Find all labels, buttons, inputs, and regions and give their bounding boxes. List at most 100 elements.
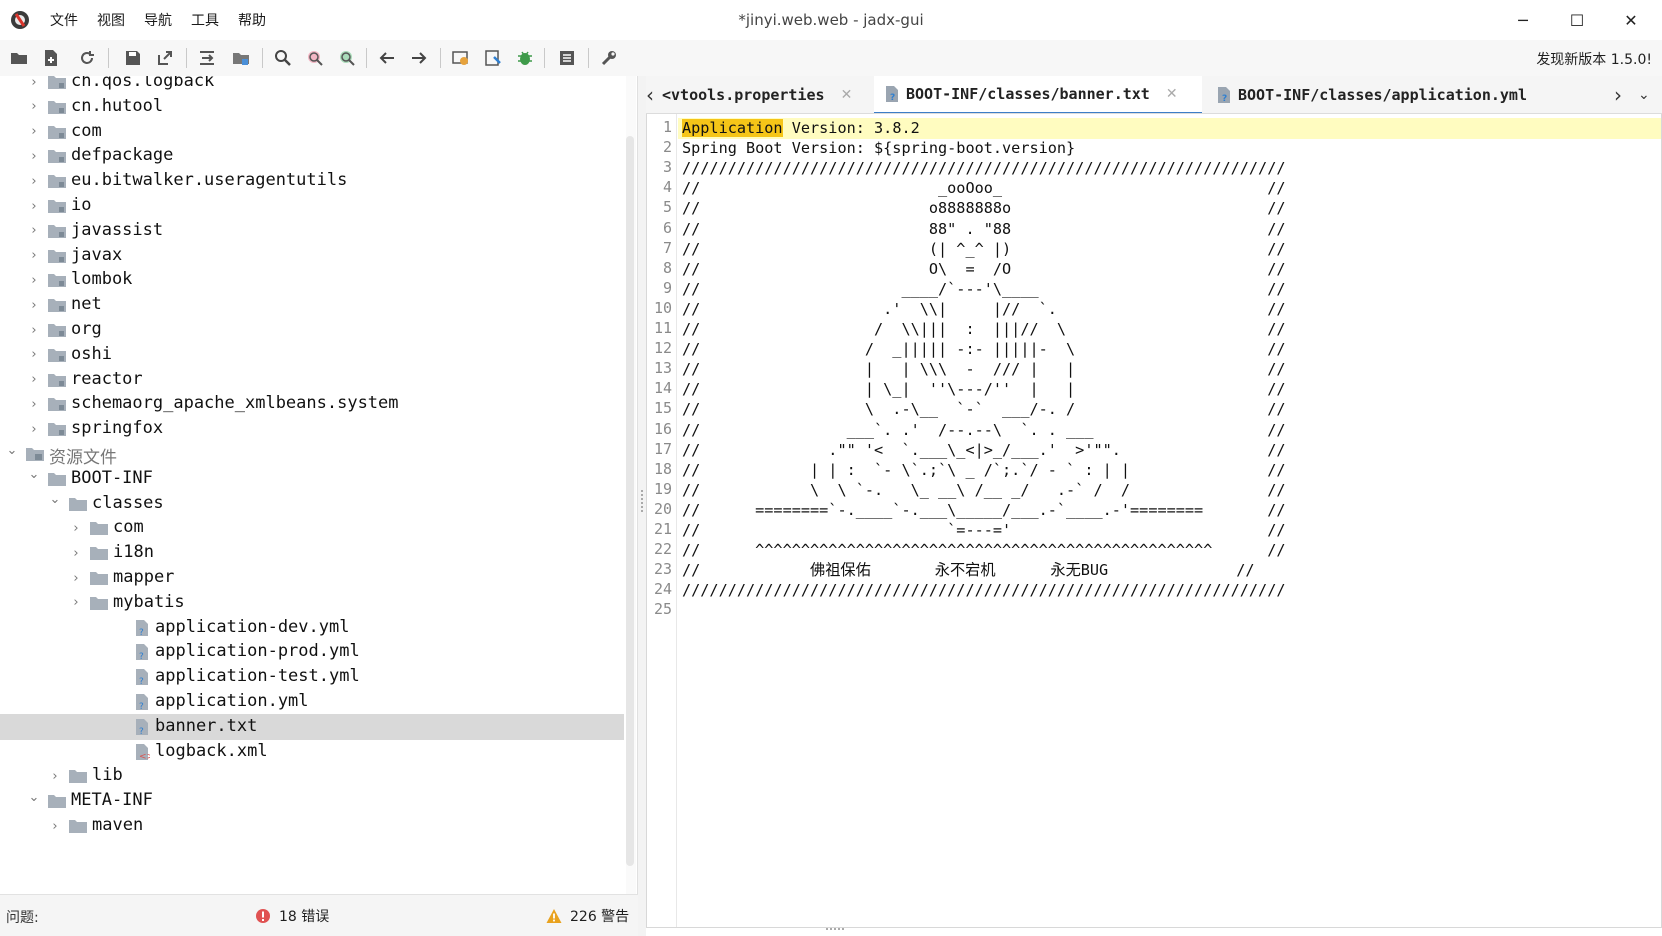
chevron-right-icon[interactable]: › <box>28 174 40 189</box>
tree-item[interactable]: › com <box>0 515 624 541</box>
chevron-right-icon[interactable]: › <box>70 546 82 561</box>
chevron-right-icon[interactable]: › <box>28 223 40 238</box>
close-window-button[interactable]: ✕ <box>1604 0 1658 40</box>
chevron-down-icon[interactable]: ⌄ <box>28 790 40 805</box>
chevron-right-icon[interactable]: › <box>28 273 40 288</box>
tree-item[interactable]: › lombok <box>0 267 624 293</box>
chevron-right-icon[interactable]: › <box>70 571 82 586</box>
chevron-right-icon[interactable]: › <box>28 248 40 263</box>
tree-scrollbar-thumb[interactable] <box>626 136 634 866</box>
tree-item[interactable]: ? application-prod.yml <box>0 639 624 665</box>
tree-item[interactable]: <> logback.xml <box>0 739 624 765</box>
open-project-icon[interactable] <box>8 47 30 69</box>
search-highlight: Application <box>682 119 783 137</box>
search-icon[interactable] <box>272 47 294 69</box>
line-number: 7 <box>662 238 672 257</box>
tree-item[interactable]: ? application.yml <box>0 689 624 715</box>
tree-item[interactable]: › javax <box>0 243 624 269</box>
tree-item[interactable]: › springfox <box>0 416 624 442</box>
editor-resize-grip[interactable] <box>826 928 844 934</box>
chevron-right-icon[interactable]: › <box>28 298 40 313</box>
goto-class-icon[interactable] <box>336 47 358 69</box>
chevron-right-icon[interactable]: › <box>28 372 40 387</box>
tab-application-yml[interactable]: ? BOOT-INF/classes/application.yml <box>1206 76 1596 113</box>
tree-item[interactable]: › net <box>0 292 624 318</box>
tree-item[interactable]: › reactor <box>0 367 624 393</box>
sync-icon[interactable] <box>76 47 98 69</box>
chevron-right-icon[interactable]: › <box>28 323 40 338</box>
tree-item[interactable]: › io <box>0 193 624 219</box>
preferences-wrench-icon[interactable] <box>598 47 620 69</box>
tree-item[interactable]: › schemaorg_apache_xmlbeans.system <box>0 391 624 417</box>
tree-item[interactable]: › maven <box>0 813 624 839</box>
tree-item[interactable]: › com <box>0 119 624 145</box>
tree-item[interactable]: ⌄ classes <box>0 491 624 517</box>
tree-item[interactable]: ? banner.txt <box>0 713 624 740</box>
tree-item[interactable]: ? application-dev.yml <box>0 615 624 641</box>
back-arrow-icon[interactable] <box>376 47 398 69</box>
errors-count: 18 错误 <box>279 909 330 925</box>
chevron-down-icon[interactable]: ⌄ <box>28 467 40 482</box>
chevron-down-icon[interactable]: ⌄ <box>49 492 61 507</box>
chevron-down-icon[interactable]: ⌄ <box>6 443 18 458</box>
tree-item[interactable]: ? application-test.yml <box>0 664 624 690</box>
tree-item[interactable]: › cn.hutool <box>0 94 624 120</box>
tree-item[interactable]: › i18n <box>0 540 624 566</box>
decompile-all-icon[interactable] <box>450 47 472 69</box>
chevron-right-icon[interactable]: › <box>49 769 61 784</box>
tree-item[interactable]: ⌄ META-INF <box>0 788 624 814</box>
tree-item[interactable]: › mybatis <box>0 590 624 616</box>
chevron-right-icon[interactable]: › <box>70 521 82 536</box>
tree-item[interactable]: › org <box>0 317 624 343</box>
chevron-right-icon[interactable]: › <box>28 199 40 214</box>
tab-banner-txt[interactable]: ? BOOT-INF/classes/banner.txt ✕ <box>874 76 1202 113</box>
tree-item[interactable]: › lib <box>0 763 624 789</box>
tabs-scroll-left-icon[interactable]: ‹ <box>646 76 660 113</box>
tree-item[interactable]: ⌄ BOOT-INF <box>0 466 624 492</box>
code-editor[interactable]: 1 2 3 4 5 6 7 8 9 10 11 12 13 14 15 16 17 18 19 20 21 22 23 24 2… <box>646 114 1662 928</box>
export-icon[interactable] <box>154 47 176 69</box>
warnings-indicator[interactable]: 226 警告 <box>546 906 629 926</box>
find-usage-icon[interactable] <box>304 47 326 69</box>
errors-indicator[interactable]: 18 错误 <box>255 906 329 926</box>
package-folder-icon <box>48 100 66 114</box>
tree-item[interactable]: › mapper <box>0 565 624 591</box>
tab-devtools-properties[interactable]: <vtools.properties ✕ <box>660 76 870 113</box>
chevron-right-icon[interactable]: › <box>28 99 40 114</box>
chevron-right-icon[interactable]: › <box>28 149 40 164</box>
chevron-right-icon[interactable]: › <box>49 819 61 834</box>
save-all-icon[interactable] <box>122 47 144 69</box>
maximize-button[interactable]: ☐ <box>1550 0 1604 40</box>
chevron-right-icon[interactable]: › <box>28 347 40 362</box>
tabs-scroll-right-icon[interactable]: › <box>1614 76 1630 113</box>
flatten-packages-icon[interactable] <box>196 47 218 69</box>
tree-item[interactable]: ⌄ 资源文件 <box>0 441 624 469</box>
add-files-icon[interactable] <box>40 47 62 69</box>
chevron-right-icon[interactable]: › <box>70 595 82 610</box>
minimize-button[interactable]: ─ <box>1496 0 1550 40</box>
chevron-right-icon[interactable]: › <box>28 397 40 412</box>
tab-close-icon[interactable]: ✕ <box>841 87 853 103</box>
sync-tree-icon[interactable] <box>230 47 252 69</box>
chevron-right-icon[interactable]: › <box>28 422 40 437</box>
line-number: 22 <box>653 540 672 559</box>
chevron-right-icon[interactable]: › <box>28 76 40 90</box>
tree-item[interactable]: › ch.qos.logback <box>0 76 624 95</box>
tree-item-label: classes <box>92 492 164 513</box>
tree-item[interactable]: › javassist <box>0 218 624 244</box>
tree-item[interactable]: › oshi <box>0 342 624 368</box>
package-folder-icon <box>48 324 66 337</box>
tabs-dropdown-chevron-icon[interactable]: ⌄ <box>1638 76 1656 113</box>
log-viewer-icon[interactable] <box>556 47 578 69</box>
tree-item[interactable]: › eu.bitwalker.useragentutils <box>0 168 624 194</box>
tab-close-icon[interactable]: ✕ <box>1166 86 1178 102</box>
splitter-grip[interactable] <box>641 490 643 512</box>
chevron-right-icon[interactable]: › <box>28 124 40 139</box>
bookmark-icon[interactable] <box>482 47 504 69</box>
debug-bug-icon[interactable] <box>514 47 536 69</box>
update-notice[interactable]: 发现新版本 1.5.0! <box>1536 49 1652 69</box>
project-tree[interactable]: › ch.qos.logback › cn.hutool › com › defpackage… <box>0 76 638 894</box>
code-line: // | | \\\ - /// | | // <box>682 360 1286 379</box>
forward-arrow-icon[interactable] <box>408 47 430 69</box>
tree-item[interactable]: › defpackage <box>0 143 624 169</box>
